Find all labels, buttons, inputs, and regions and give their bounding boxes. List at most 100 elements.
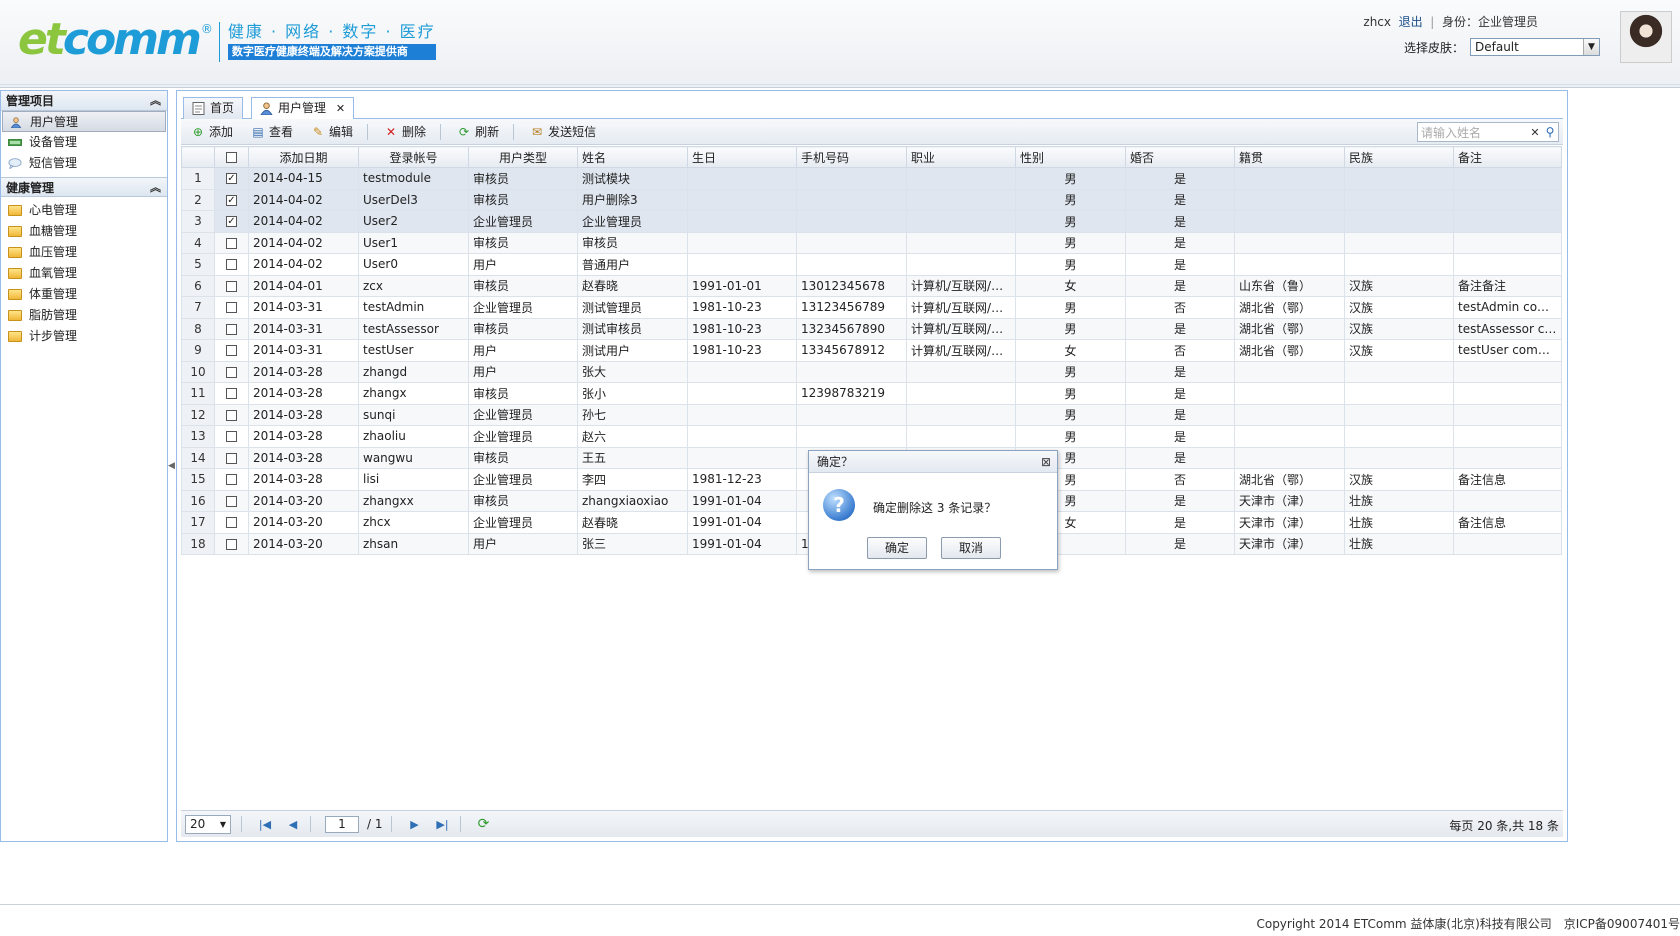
page-number-input[interactable]: 1 [325, 815, 359, 833]
close-tab-icon[interactable]: ✕ [336, 102, 345, 115]
table-row[interactable]: 3 ✓ 2014-04-02 User2 企业管理员 企业管理员男是 [181, 210, 1562, 233]
row-checkbox[interactable] [226, 302, 237, 314]
table-row[interactable]: 13 2014-03-28 zhaoliu 企业管理员 赵六 男是 [181, 425, 1562, 448]
row-checkbox[interactable] [226, 237, 237, 249]
row-checkbox[interactable] [226, 366, 237, 378]
sidebar-item-weight[interactable]: 体重管理 [2, 284, 166, 305]
sidebar-item-glucose[interactable]: 血糖管理 [2, 221, 166, 242]
table-row[interactable]: 6 2014-04-01 zcx 审核员 赵春晓 1991-01-01 1301234567… [181, 274, 1562, 297]
row-select-cell[interactable] [214, 446, 249, 469]
table-row[interactable]: 10 2014-03-28 zhangd 用户 张大 男是 [181, 360, 1562, 383]
row-checkbox[interactable]: ✓ [226, 194, 237, 206]
table-row[interactable]: 1 ✓ 2014-04-15 testmodule 审核员 测试模块 男是 [181, 167, 1562, 190]
row-checkbox[interactable]: ✓ [226, 216, 237, 228]
row-select-cell[interactable]: ✓ [214, 167, 249, 190]
table-row[interactable]: 2 ✓ 2014-04-02 UserDel3 审核员 用户删除3 男是 [181, 188, 1562, 211]
row-checkbox[interactable] [226, 388, 237, 400]
search-input[interactable]: 请输入姓名 [1418, 124, 1528, 141]
first-page-icon[interactable]: |◀ [254, 814, 276, 834]
dialog-close-icon[interactable]: ⊠ [1041, 451, 1051, 473]
row-select-cell[interactable]: ✓ [214, 188, 249, 211]
column-header[interactable]: 生日 [687, 146, 797, 168]
select-all-checkbox[interactable] [226, 152, 237, 163]
column-header[interactable]: 民族 [1344, 146, 1454, 168]
column-header[interactable]: 性别 [1015, 146, 1126, 168]
table-row[interactable]: 12 2014-03-28 sunqi 企业管理员 孙七 男是 [181, 403, 1562, 426]
sidebar-item-fat[interactable]: 脂肪管理 [2, 305, 166, 326]
delete-button[interactable]: ✕ 删除 [374, 121, 434, 143]
row-select-cell[interactable] [214, 489, 249, 512]
sidebar-item-steps[interactable]: 计步管理 [2, 326, 166, 347]
sidebar-item-users[interactable]: 用户管理 [2, 111, 166, 132]
sidebar-item-devices[interactable]: 设备管理 [2, 132, 166, 153]
send-sms-button[interactable]: ✉ 发送短信 [520, 121, 604, 143]
refresh-icon[interactable]: ⟳ [473, 814, 495, 834]
row-checkbox[interactable] [226, 517, 237, 529]
row-select-cell[interactable] [214, 274, 249, 297]
row-checkbox[interactable] [226, 538, 237, 550]
tab-home[interactable]: 首页 [183, 97, 244, 119]
table-row[interactable]: 7 2014-03-31 testAdmin 企业管理员 测试管理员 1981-10-23… [181, 296, 1562, 319]
collapse-icon[interactable]: ︽ [150, 91, 161, 111]
sidebar-group-manage[interactable]: 管理项目 ︽ [1, 91, 167, 111]
row-checkbox[interactable] [226, 345, 237, 357]
row-checkbox[interactable] [226, 431, 237, 443]
column-header[interactable]: 备注 [1453, 146, 1562, 168]
column-header[interactable]: 婚否 [1125, 146, 1235, 168]
search-icon[interactable]: ⚲ [1542, 125, 1558, 139]
column-header[interactable]: 姓名 [577, 146, 688, 168]
row-select-cell[interactable] [214, 403, 249, 426]
column-header[interactable]: 籍贯 [1234, 146, 1345, 168]
next-page-icon[interactable]: ▶ [404, 814, 426, 834]
clear-icon[interactable]: ✕ [1528, 126, 1542, 139]
tab-user-management[interactable]: 用户管理 ✕ [251, 97, 355, 120]
row-select-cell[interactable] [214, 532, 249, 555]
table-row[interactable]: 8 2014-03-31 testAssessor 审核员 测试审核员 1981-10-2… [181, 317, 1562, 340]
row-select-cell[interactable] [214, 425, 249, 448]
column-header[interactable]: 登录帐号 [358, 146, 469, 168]
row-select-cell[interactable] [214, 253, 249, 276]
row-checkbox[interactable] [226, 259, 237, 271]
row-select-cell[interactable] [214, 317, 249, 340]
name-search-box[interactable]: 请输入姓名 ✕ ⚲ [1417, 122, 1559, 142]
row-select-cell[interactable] [214, 231, 249, 254]
sidebar-item-blood-pressure[interactable]: 血压管理 [2, 242, 166, 263]
prev-page-icon[interactable]: ◀ [282, 814, 304, 834]
row-checkbox[interactable] [226, 280, 237, 292]
view-button[interactable]: ▤ 查看 [241, 121, 301, 143]
row-select-cell[interactable] [214, 511, 249, 534]
row-checkbox[interactable] [226, 452, 237, 464]
page-size-select[interactable]: 20 ▼ [185, 814, 231, 834]
row-select-cell[interactable] [214, 360, 249, 383]
row-select-cell[interactable] [214, 468, 249, 491]
sidebar-item-oxygen[interactable]: 血氧管理 [2, 263, 166, 284]
row-checkbox[interactable]: ✓ [226, 173, 237, 185]
add-button[interactable]: ⊕ 添加 [181, 121, 241, 143]
collapse-icon[interactable]: ︽ [150, 178, 161, 198]
sidebar-group-health[interactable]: 健康管理 ︽ [1, 177, 167, 197]
column-header[interactable]: 手机号码 [796, 146, 907, 168]
sidebar-item-ecg[interactable]: 心电管理 [2, 200, 166, 221]
row-checkbox[interactable] [226, 323, 237, 335]
table-row[interactable]: 5 2014-04-02 User0 用户 普通用户 男是 [181, 253, 1562, 276]
row-checkbox[interactable] [226, 474, 237, 486]
row-select-cell[interactable] [214, 382, 249, 405]
sidebar-item-sms[interactable]: 短信管理 [2, 153, 166, 174]
last-page-icon[interactable]: ▶| [432, 814, 454, 834]
row-checkbox[interactable] [226, 495, 237, 507]
row-select-cell[interactable] [214, 339, 249, 362]
skin-select[interactable]: Default ▼ [1470, 38, 1600, 56]
logout-link[interactable]: 退出 [1399, 15, 1423, 29]
table-row[interactable]: 11 2014-03-28 zhangx 审核员 张小 12398783219 男是 [181, 382, 1562, 405]
table-row[interactable]: 4 2014-04-02 User1 审核员 审核员男是 [181, 231, 1562, 254]
refresh-button[interactable]: ⟳ 刷新 [447, 121, 507, 143]
column-header[interactable]: 添加日期 [248, 146, 359, 168]
row-select-cell[interactable] [214, 296, 249, 319]
confirm-cancel-button[interactable]: 取消 [941, 537, 1001, 559]
sidebar-collapse-handle[interactable]: ◀ [168, 448, 175, 484]
column-header[interactable]: 职业 [906, 146, 1016, 168]
row-checkbox[interactable] [226, 409, 237, 421]
edit-button[interactable]: ✎ 编辑 [301, 121, 361, 143]
row-select-cell[interactable]: ✓ [214, 210, 249, 233]
confirm-ok-button[interactable]: 确定 [867, 537, 927, 559]
